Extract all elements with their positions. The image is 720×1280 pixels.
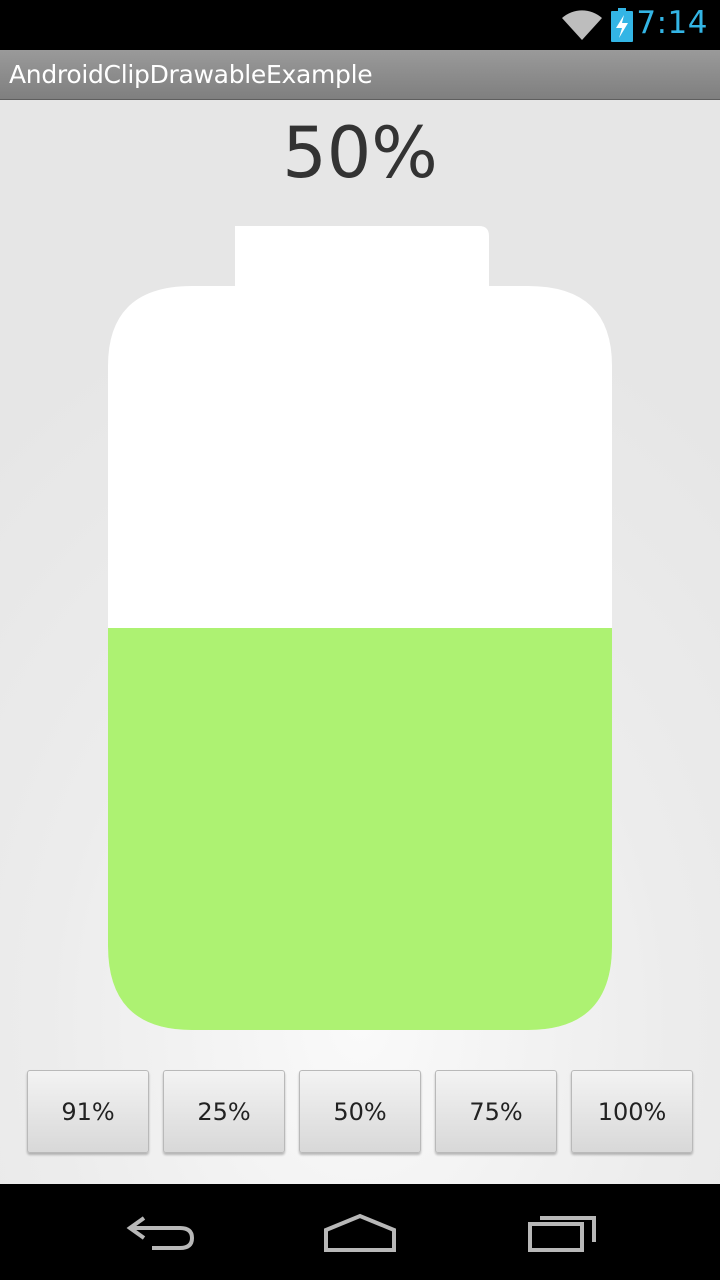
clock: 7:14	[636, 5, 708, 41]
battery-charging-icon	[611, 8, 633, 42]
status-bar: 7:14	[0, 0, 720, 50]
recent-apps-icon[interactable]	[526, 1210, 598, 1254]
set-50-percent-button[interactable]: 50%	[299, 1070, 421, 1153]
set-91-percent-button[interactable]: 91%	[27, 1070, 149, 1153]
battery-percent-label: 50%	[282, 112, 438, 194]
home-icon[interactable]	[322, 1210, 398, 1254]
battery-fill	[108, 628, 612, 1030]
action-bar: AndroidClipDrawableExample	[0, 50, 720, 100]
app-title: AndroidClipDrawableExample	[9, 60, 373, 89]
level-buttons: 91% 25% 50% 75% 100%	[27, 1070, 693, 1154]
wifi-icon	[562, 10, 602, 40]
set-100-percent-button[interactable]: 100%	[571, 1070, 693, 1153]
set-25-percent-button[interactable]: 25%	[163, 1070, 285, 1153]
back-icon[interactable]	[124, 1210, 196, 1254]
battery-level-graphic	[108, 226, 612, 1030]
main-content: 50% 91% 25% 50% 75% 100%	[0, 100, 720, 1184]
set-75-percent-button[interactable]: 75%	[435, 1070, 557, 1153]
navigation-bar	[0, 1184, 720, 1280]
